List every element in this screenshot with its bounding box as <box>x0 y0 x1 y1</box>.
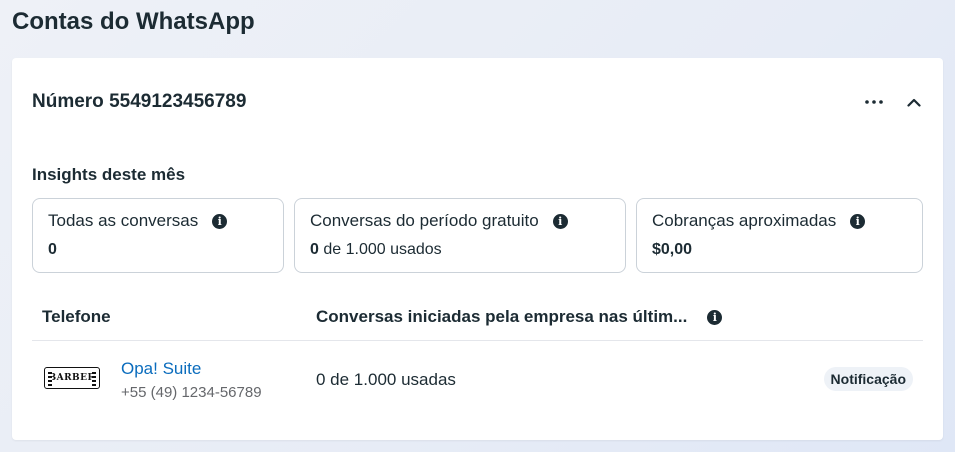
metric-value-bold: 0 <box>310 241 319 258</box>
metric-label-wrap: Conversas do período gratuito i <box>310 211 610 231</box>
column-header-label: Telefone <box>42 307 111 326</box>
metric-approximate-charges: Cobranças aproximadas i $0,00 <box>636 198 923 273</box>
metric-label-wrap: Todas as conversas i <box>48 211 268 231</box>
metric-label: Todas as conversas <box>48 211 199 230</box>
chevron-up-icon[interactable] <box>903 91 925 113</box>
metric-value: 0 de 1.000 usados <box>310 241 610 259</box>
metric-free-tier-conversations: Conversas do período gratuito i 0 de 1.0… <box>294 198 626 273</box>
metric-label: Cobranças aproximadas <box>652 211 837 230</box>
column-header-label: Conversas iniciadas pela empresa nas últ… <box>316 307 688 326</box>
account-header: Número 5549123456789 <box>32 90 925 114</box>
avatar: BARBER <box>44 367 100 389</box>
metric-value-bold: $0,00 <box>652 241 693 258</box>
info-icon[interactable]: i <box>552 213 568 229</box>
column-header-phone[interactable]: Telefone <box>42 307 111 327</box>
more-options-icon[interactable] <box>863 91 885 113</box>
phone-table-header: Telefone Conversas iniciadas pela empres… <box>32 298 923 341</box>
metric-all-conversations: Todas as conversas i 0 <box>32 198 284 273</box>
metric-label: Conversas do período gratuito <box>310 211 539 230</box>
metric-value-rest: de 1.000 usados <box>318 241 442 258</box>
barber-pole-icon <box>48 370 52 386</box>
header-actions <box>863 91 925 113</box>
metric-value-bold: 0 <box>48 241 57 258</box>
account-number: Número 5549123456789 <box>32 91 247 112</box>
info-icon[interactable]: i <box>707 309 723 325</box>
metric-label-wrap: Cobranças aproximadas i <box>652 211 907 231</box>
barber-pole-icon <box>92 370 96 386</box>
metric-value: $0,00 <box>652 241 907 259</box>
whatsapp-account-card: Número 5549123456789 Insights deste mês … <box>12 58 943 440</box>
table-row[interactable]: BARBER Opa! Suite +55 (49) 1234-56789 0 … <box>32 341 923 421</box>
avatar-logo-text: BARBER <box>48 373 96 383</box>
page-title: Contas do WhatsApp <box>12 8 255 35</box>
info-icon[interactable]: i <box>212 213 228 229</box>
phone-number: +55 (49) 1234-56789 <box>121 384 262 401</box>
status-badge: Notificação <box>823 367 913 391</box>
metric-value: 0 <box>48 241 268 259</box>
info-icon[interactable]: i <box>850 213 866 229</box>
business-name-link[interactable]: Opa! Suite <box>121 359 201 379</box>
conversation-usage: 0 de 1.000 usadas <box>316 370 456 389</box>
insights-metrics: Todas as conversas i 0 Conversas do perí… <box>32 198 923 275</box>
column-header-conversations[interactable]: Conversas iniciadas pela empresa nas últ… <box>316 307 723 327</box>
insights-title: Insights deste mês <box>32 165 186 184</box>
